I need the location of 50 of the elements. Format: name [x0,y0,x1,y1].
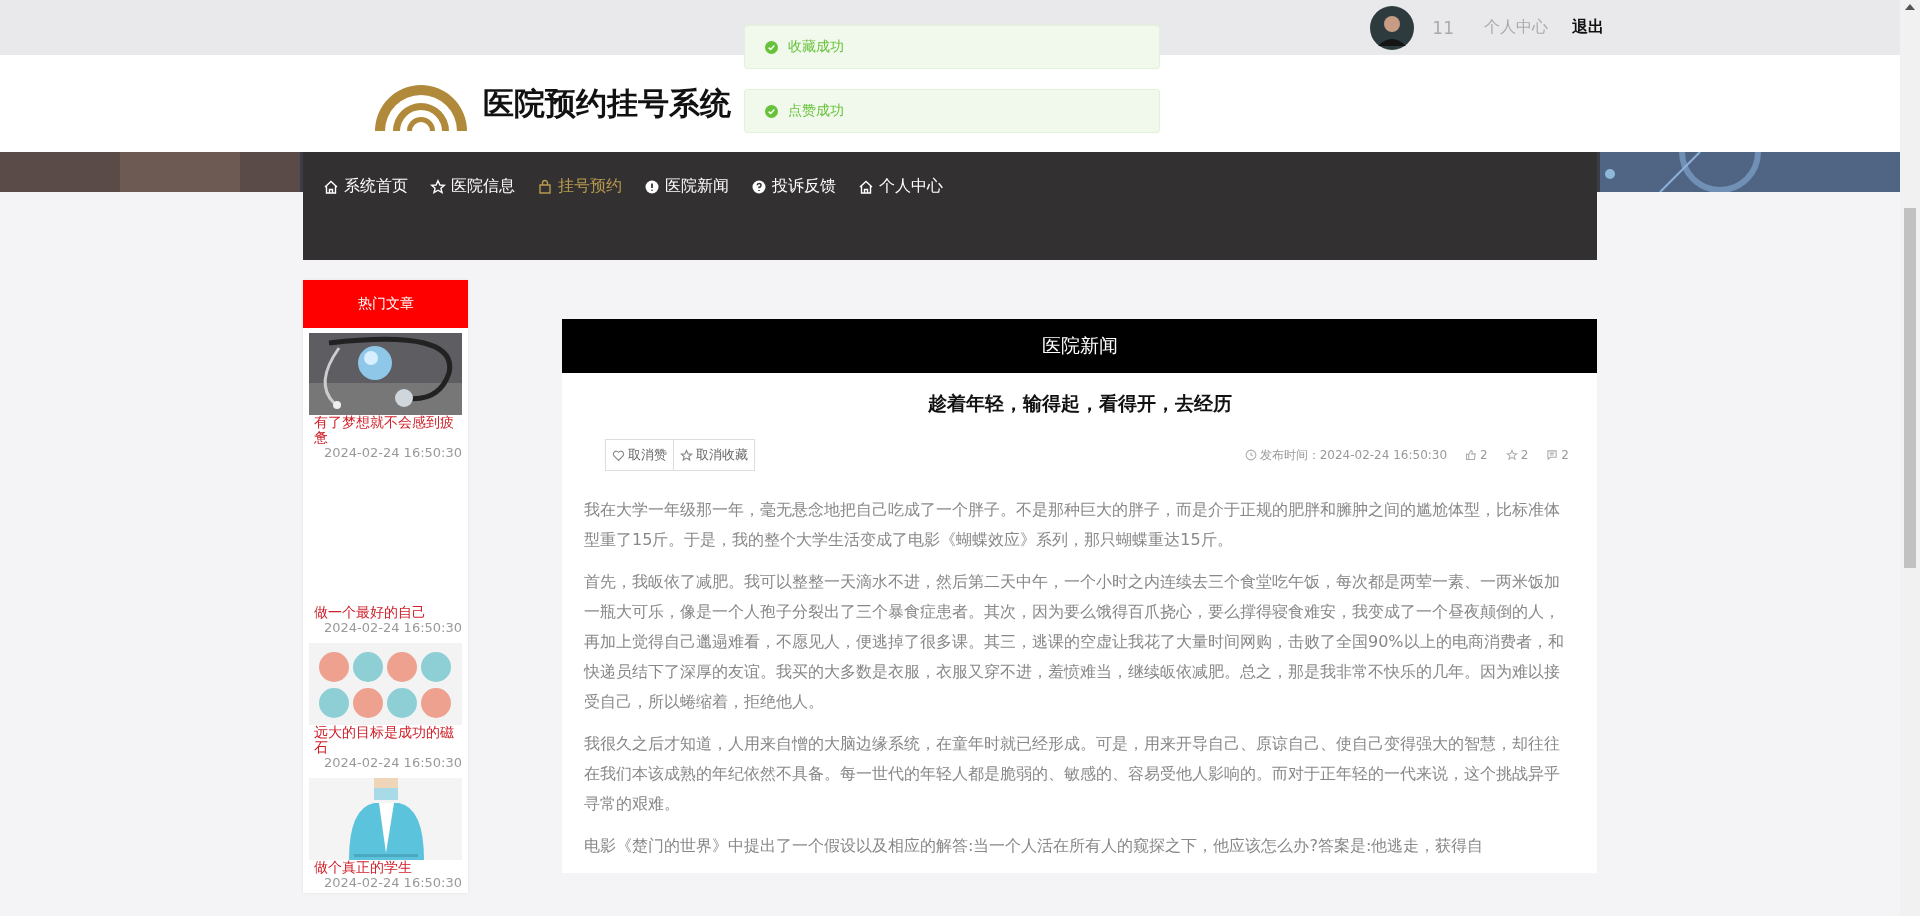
article-link[interactable]: 有了梦想就不会感到疲惫 [309,415,462,445]
unlike-button[interactable]: 取消赞 [605,439,674,471]
sidebar-title: 热门文章 [303,280,468,328]
article-paragraph: 电影《楚门的世界》中提出了一个假设以及相应的解答:当一个人活在所有人的窥探之下，他应该怎么办?答案是:他逃走，获得自 [584,835,1485,857]
section-header: 医院新闻 [562,319,1597,373]
heart-icon [612,448,625,462]
nav-item[interactable]: 医院信息 [430,176,515,197]
toast-message: 点赞成功 [788,102,844,120]
user-name: 11 [1432,17,1454,38]
star-icon [430,178,446,195]
article-date: 2024-02-24 16:50:30 [322,875,462,890]
publish-time: 发布时间：2024-02-24 16:50:30 [1244,446,1448,464]
nav-item[interactable]: 系统首页 [323,176,408,197]
article-link[interactable]: 做个真正的学生 [309,860,462,875]
logout-link[interactable]: 退出 [1572,17,1604,38]
star-icon [1505,449,1518,461]
article-link[interactable]: 远大的目标是成功的磁石 [309,725,462,755]
house-icon [858,178,874,195]
article-paragraph: 首先，我皈依了减肥。我可以整整一天滴水不进，然后第二天中午，一个小时之内连续去三个食堂吃午饭，每次都是两荤一素、一两米饭加一瓶大可乐，像是一个人孢子分裂出了三个暴食症患者。其次，因为要么饿得百爪挠心，要么撑得寝食难安，我变成了一个昼夜颠倒的人，再加上觉得自己邋遢难看，不愿见人，便逃掉了很多课。其三，逃课的空虚让我花了大量时间网购，击败了全国90%以上的电商消费者，和快递员结下了深厚的友谊。我买的大多数是衣服，衣服又穿不进，羞愤难当，继续皈依减肥。总之，那是我非常不快乐的几年。因为难以接受自己，所以蜷缩着，拒绝他人。 [584,571,1565,713]
article-paragraph: 我很久之后才知道，人用来自憎的大脑边缘系统，在童年时就已经形成。可是，用来开导自己、原谅自己、使自己变得强大的智慧，却往往在我们本该成熟的年纪依然不具备。每一世代的年轻人都是脆弱的、敏感的、容易受他人影响的。而对于正年轻的一代来说，这个挑战异乎寻常的艰难。 [584,733,1561,815]
scroll-thumb[interactable] [1904,208,1916,568]
thumbs-up-icon [1465,449,1478,461]
like-count: 2 [1465,448,1488,462]
comment-count: 2 [1546,448,1569,462]
favorite-count: 2 [1505,448,1529,462]
article-title: 趁着年轻，输得起，看得开，去经历 [926,391,1233,416]
scroll-up-icon[interactable] [1905,4,1915,10]
bag-icon [537,178,553,195]
check-circle-icon [765,104,778,118]
help-icon [751,178,767,195]
site-title: 医院预约挂号系统 [483,83,731,123]
article-date: 2024-02-24 16:50:30 [322,755,462,770]
clock-icon [1244,449,1257,461]
toast-message: 收藏成功 [788,38,844,56]
nav-item[interactable]: 投诉反馈 [751,176,836,197]
nav-item[interactable]: 挂号预约 [537,176,622,197]
article-date: 2024-02-24 16:50:30 [322,445,462,460]
scrollbar[interactable] [1900,0,1920,916]
alert-icon [644,178,660,195]
nav-item[interactable]: 医院新闻 [644,176,729,197]
article-date: 2024-02-24 16:50:30 [322,620,462,635]
article-paragraph: 我在大学一年级那一年，毫无悬念地把自己吃成了一个胖子。不是那种巨大的胖子，而是介于正规的肥胖和臃肿之间的尴尬体型，比标准体型重了15斤。于是，我的整个大学生活变成了电影《蝴蝶效应》系列，那只蝴蝶重达15斤。 [584,499,1561,551]
article-link[interactable]: 做一个最好的自己 [309,605,462,620]
comment-icon [1546,449,1559,461]
unfavorite-button[interactable]: 取消收藏 [673,439,755,471]
avatar[interactable] [1370,5,1415,50]
nav-item[interactable]: 个人中心 [858,176,943,197]
star-icon [680,448,693,462]
check-circle-icon [765,40,778,54]
house-icon [323,178,339,195]
